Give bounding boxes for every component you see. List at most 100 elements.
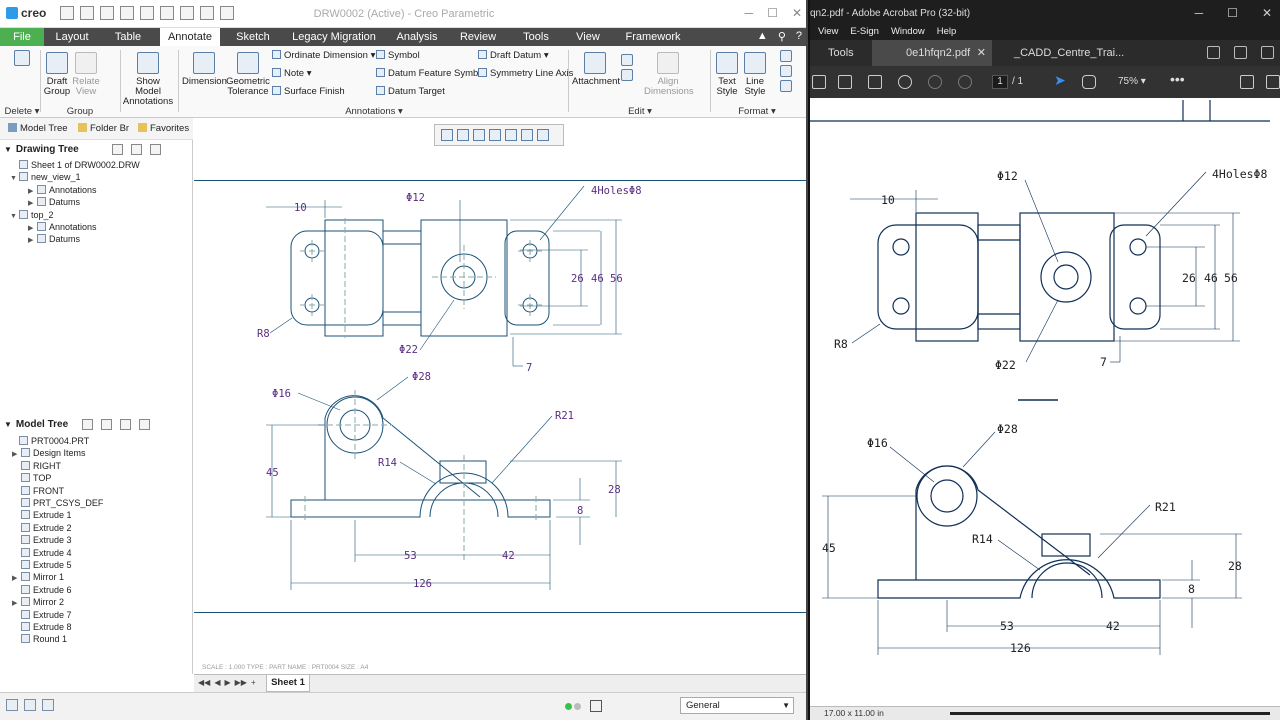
delete-button[interactable]: [8, 50, 36, 69]
expand-arrow-icon[interactable]: ▶: [28, 224, 37, 232]
model-tree-header[interactable]: ▼ Model Tree: [4, 419, 68, 430]
prev-sheet-icon[interactable]: ◀: [214, 678, 220, 687]
find-icon[interactable]: [590, 700, 602, 712]
tree-settings-icon[interactable]: [131, 144, 142, 155]
drawing-tree-header[interactable]: ▼ Drawing Tree: [4, 144, 79, 155]
pdf-page[interactable]: 10 Φ12 4HolesΦ8 26 46 56 R8 Φ22 7 Φ16 Φ2…: [810, 98, 1280, 706]
tab-analysis[interactable]: Analysis: [392, 28, 442, 46]
tab-sketch[interactable]: Sketch: [230, 28, 276, 46]
model-tree-item[interactable]: ▶ Mirror 1: [12, 572, 64, 582]
tree-columns-icon[interactable]: [150, 144, 161, 155]
drawing-tree-item[interactable]: ▶ Annotations: [28, 222, 97, 232]
datum-feature-symbol-button[interactable]: Datum Feature Symbol: [376, 68, 486, 79]
add-sheet-icon[interactable]: +: [251, 678, 256, 687]
account-icon[interactable]: [1261, 46, 1274, 59]
tab-view[interactable]: View: [568, 28, 608, 46]
tree-columns-icon[interactable]: [139, 419, 150, 430]
surface-finish-button[interactable]: Surface Finish: [272, 86, 345, 97]
model-tree-item[interactable]: Extrude 7: [12, 609, 72, 620]
menu-esign[interactable]: E-Sign: [850, 26, 879, 40]
expand-arrow-icon[interactable]: ▶: [28, 187, 37, 195]
search-icon[interactable]: ⚲: [778, 30, 786, 43]
first-sheet-icon[interactable]: ◀◀: [198, 678, 210, 687]
last-sheet-icon[interactable]: ▶▶: [235, 678, 247, 687]
navigator-toggle-icon[interactable]: [6, 699, 18, 711]
expand-arrow-icon[interactable]: ▼: [10, 213, 19, 220]
select-cursor-icon[interactable]: ➤: [1054, 72, 1068, 88]
model-tree-item[interactable]: PRT_CSYS_DEF: [12, 498, 103, 508]
dimension-button[interactable]: Dimension: [182, 52, 227, 87]
drawing-tree-item[interactable]: ▶ Datums: [28, 197, 80, 207]
drawing-tree-item[interactable]: ▶ Datums: [28, 234, 80, 244]
maximize-icon[interactable]: ☐: [1227, 6, 1238, 20]
edit-small-tools[interactable]: [620, 54, 634, 84]
model-tree-item[interactable]: RIGHT: [12, 460, 61, 471]
tree-filter-icon[interactable]: [101, 419, 112, 430]
note-button[interactable]: Note ▾: [272, 68, 312, 79]
tab-table[interactable]: Table: [106, 28, 150, 46]
tab-file[interactable]: File: [0, 28, 44, 46]
drawing-tree-item[interactable]: Sheet 1 of DRW0002.DRW: [10, 160, 140, 170]
expand-arrow-icon[interactable]: ▶: [28, 236, 37, 244]
tab-model-tree[interactable]: Model Tree: [8, 123, 68, 134]
share-icon[interactable]: [1207, 46, 1220, 59]
draft-group-button[interactable]: Draft Group: [42, 52, 72, 97]
model-tree-item[interactable]: FRONT: [12, 485, 64, 496]
sign-icon[interactable]: [1240, 75, 1254, 89]
group-label-delete[interactable]: Delete ▾: [4, 106, 40, 117]
close-tab-icon[interactable]: ✕: [977, 40, 986, 66]
zoom-select[interactable]: 75% ▾: [1118, 76, 1146, 87]
close-icon[interactable]: ✕: [792, 6, 802, 20]
group-label-format[interactable]: Format ▾: [712, 106, 802, 117]
model-tree-item[interactable]: Extrude 3: [12, 535, 72, 545]
group-label-annotations[interactable]: Annotations ▾: [180, 106, 568, 117]
graphics-area[interactable]: 10 Φ12 4HolesΦ8 26 46 56 R8 Φ22 7 Φ16 Φ2…: [194, 118, 806, 674]
maximize-icon[interactable]: ☐: [767, 6, 778, 20]
model-tree-item[interactable]: Extrude 8: [12, 622, 72, 632]
help-icon[interactable]: [1234, 46, 1247, 59]
menu-window[interactable]: Window: [891, 26, 925, 40]
star-icon[interactable]: [812, 75, 826, 89]
tab-tools[interactable]: Tools: [828, 40, 854, 66]
format-small-tools[interactable]: [776, 50, 796, 95]
selection-filter-select[interactable]: General ▼: [680, 697, 794, 714]
expand-arrow-icon[interactable]: ▼: [10, 175, 19, 182]
attachment-button[interactable]: Attachment: [572, 52, 620, 87]
model-tree-item[interactable]: Extrude 6: [12, 584, 72, 595]
minimize-icon[interactable]: ─: [1195, 6, 1204, 20]
prev-page-icon[interactable]: [928, 75, 942, 89]
expand-arrow-icon[interactable]: ▶: [12, 599, 21, 607]
tab-document-active[interactable]: 0e1hfqn2.pdf ✕: [872, 40, 992, 66]
minimize-icon[interactable]: ─: [745, 6, 754, 20]
tab-document-2[interactable]: _CADD_Centre_Trai...: [1014, 40, 1124, 66]
draft-datum-button[interactable]: Draft Datum ▾: [478, 50, 549, 61]
ordinate-dimension-button[interactable]: Ordinate Dimension ▾: [272, 50, 375, 61]
model-tree-item[interactable]: ▶ Design Items: [12, 448, 86, 458]
group-label-edit[interactable]: Edit ▾: [572, 106, 708, 117]
symmetry-line-axis-button[interactable]: Symmetry Line Axis: [478, 68, 573, 79]
cloud-upload-icon[interactable]: [838, 75, 852, 89]
model-tree-item[interactable]: Extrude 1: [12, 510, 72, 520]
drawing-tree-item[interactable]: ▼ new_view_1: [10, 172, 81, 182]
tree-show-icon[interactable]: [82, 419, 93, 430]
tab-layout[interactable]: Layout: [48, 28, 96, 46]
model-tree-item[interactable]: Round 1: [12, 634, 67, 644]
symbol-button[interactable]: Symbol: [376, 50, 420, 61]
tab-legacy-migration[interactable]: Legacy Migration: [286, 28, 382, 46]
expand-arrow-icon[interactable]: ▶: [12, 574, 21, 582]
tab-annotate[interactable]: Annotate: [160, 28, 220, 46]
tree-settings-icon[interactable]: [120, 419, 131, 430]
menu-help[interactable]: Help: [937, 26, 957, 40]
comment-icon[interactable]: [1266, 75, 1280, 89]
line-style-button[interactable]: Line Style: [742, 52, 768, 97]
align-dimensions-button[interactable]: Align Dimensions: [644, 52, 694, 97]
model-tree-item[interactable]: Extrude 2: [12, 522, 72, 533]
print-icon[interactable]: [868, 75, 882, 89]
tab-folder-browser[interactable]: Folder Br: [78, 123, 129, 134]
close-icon[interactable]: ✕: [1262, 6, 1272, 20]
tab-review[interactable]: Review: [452, 28, 504, 46]
geometric-tolerance-button[interactable]: Geometric Tolerance: [226, 52, 270, 97]
tab-tools[interactable]: Tools: [514, 28, 558, 46]
drawing-tree-item[interactable]: ▼ top_2: [10, 209, 54, 220]
menu-view[interactable]: View: [818, 26, 838, 40]
